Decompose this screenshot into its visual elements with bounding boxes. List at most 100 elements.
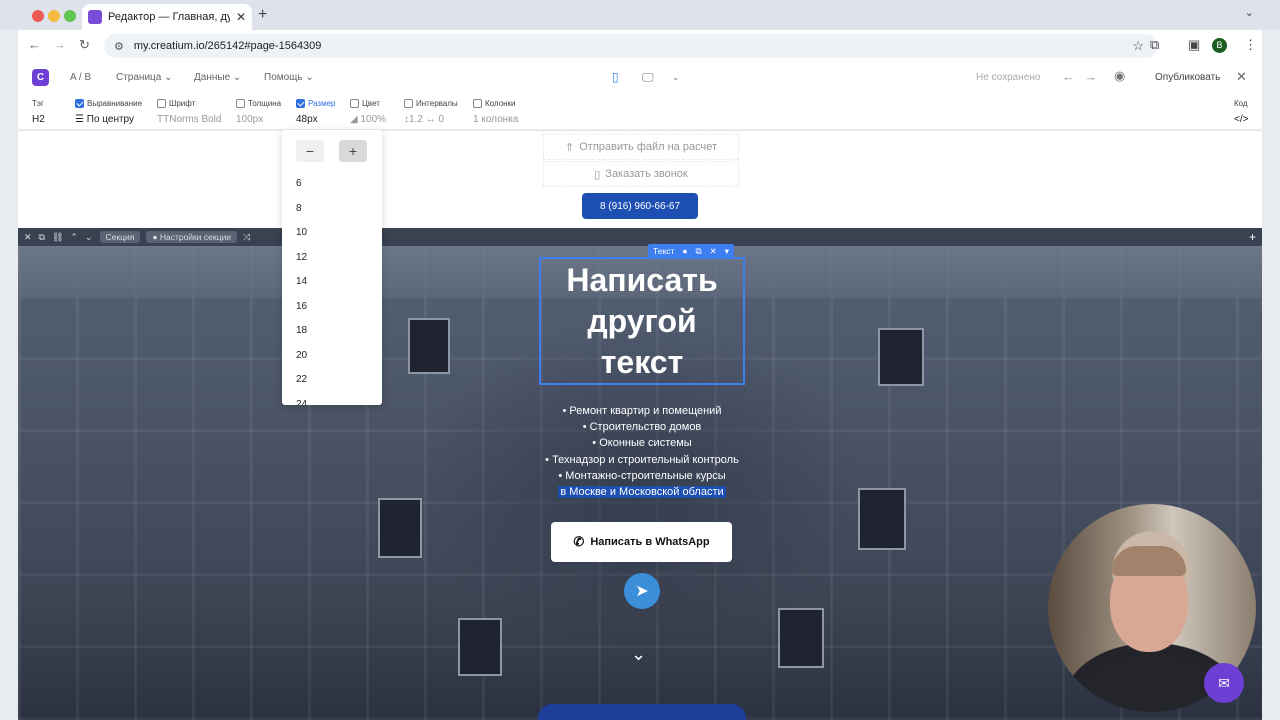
shuffle-icon[interactable]: ⤨ <box>243 232 250 243</box>
heading-text[interactable]: Написать другой текст <box>557 260 727 383</box>
move-up-icon[interactable]: ⌃ <box>70 232 78 243</box>
window-minimize-dot[interactable] <box>48 10 60 22</box>
telegram-icon[interactable]: ➤ <box>624 573 660 609</box>
window-zoom-dot[interactable] <box>64 10 76 22</box>
intervals-group[interactable]: Интервалы ↕1.2 ↔ 0 <box>404 97 458 125</box>
ab-test-menu[interactable]: A / B <box>70 72 91 83</box>
delete-icon[interactable]: ✕ <box>710 246 717 257</box>
sidebar-icon[interactable]: ▣ <box>1188 37 1200 53</box>
align-checkbox[interactable] <box>75 98 84 108</box>
line-height-value[interactable]: 1.2 <box>409 114 423 125</box>
align-value[interactable]: По центру <box>87 114 134 125</box>
services-list[interactable]: • Ремонт квартир и помещений • Строитель… <box>498 403 786 500</box>
window-close-dot[interactable] <box>32 10 44 22</box>
size-option[interactable]: 10 <box>296 227 307 252</box>
size-option[interactable]: 22 <box>296 374 307 399</box>
undo-icon[interactable]: ← <box>1062 69 1075 84</box>
size-group[interactable]: Размер 48px <box>296 97 336 125</box>
redo-icon[interactable]: → <box>1084 69 1097 84</box>
align-group[interactable]: Выравнивание ☰ По центру <box>75 97 142 125</box>
browser-menu-icon[interactable]: ⋮ <box>1244 37 1257 53</box>
copy-icon[interactable]: ⧉ <box>696 246 702 257</box>
section-settings-button[interactable]: ● Настройки секции <box>146 231 237 243</box>
tab-search-icon[interactable]: ⌄ <box>1245 6 1254 19</box>
weight-group[interactable]: Толщина 100px <box>236 97 281 125</box>
header-section: ⇑ Отправить файл на расчет ▯ Заказать звон… <box>18 131 1262 228</box>
code-icon[interactable]: </> <box>1234 114 1248 125</box>
tag-value[interactable]: H2 <box>32 114 45 125</box>
size-option[interactable]: 24 <box>296 399 307 406</box>
color-group[interactable]: Цвет ◢ 100% <box>350 97 386 125</box>
back-icon[interactable]: ← <box>28 37 41 52</box>
send-file-link[interactable]: ⇑ Отправить файл на расчет <box>543 134 739 160</box>
chat-widget-icon[interactable]: ✉ <box>1204 663 1244 703</box>
list-item: • Ремонт квартир и помещений <box>562 405 722 417</box>
creatium-logo-icon[interactable]: C <box>32 69 49 86</box>
font-size-dropdown[interactable]: − + 6 8 10 12 14 16 18 20 22 24 <box>282 130 382 405</box>
columns-checkbox[interactable] <box>473 98 482 108</box>
delete-section-icon[interactable]: ✕ <box>24 232 32 243</box>
close-editor-icon[interactable]: ✕ <box>1236 69 1247 85</box>
whatsapp-button[interactable]: ✆ Написать в WhatsApp <box>551 522 732 562</box>
mobile-view-icon[interactable]: ▯ <box>612 70 619 84</box>
order-call-link[interactable]: ▯ Заказать звонок <box>543 161 739 187</box>
menu-page[interactable]: Страница ⌄ <box>116 72 173 83</box>
bookmark-star-icon[interactable]: ☆ <box>1132 38 1144 54</box>
weight-checkbox[interactable] <box>236 98 245 108</box>
size-option[interactable]: 16 <box>296 301 307 326</box>
increase-size-button[interactable]: + <box>339 140 367 162</box>
copy-section-icon[interactable]: ⧉ <box>39 232 45 243</box>
profile-avatar[interactable]: B <box>1212 38 1227 53</box>
forward-icon[interactable]: → <box>53 37 66 52</box>
color-checkbox[interactable] <box>350 98 359 108</box>
intervals-checkbox[interactable] <box>404 98 413 108</box>
color-value[interactable]: 100% <box>360 114 386 125</box>
browser-tab[interactable]: Редактор — Главная, дубли ✕ <box>82 4 252 30</box>
size-option[interactable]: 14 <box>296 276 307 301</box>
publish-button[interactable]: Опубликовать <box>1155 72 1220 83</box>
upload-icon: ⇑ <box>565 141 575 154</box>
scroll-down-chevron-icon[interactable]: ⌄ <box>631 644 646 665</box>
weight-value[interactable]: 100px <box>236 114 281 125</box>
text-block-label[interactable]: Текст <box>653 246 674 256</box>
selected-heading[interactable]: Написать другой текст <box>539 257 745 385</box>
tab-close-icon[interactable]: ✕ <box>236 10 246 24</box>
phone-button[interactable]: 8 (916) 960-66-67 <box>582 193 698 219</box>
url-field[interactable]: ⚙ my.creatium.io/265142#page-1564309 ☆ <box>104 34 1158 58</box>
font-checkbox[interactable] <box>157 98 166 108</box>
menu-help[interactable]: Помощь ⌄ <box>264 72 314 83</box>
desktop-view-icon[interactable]: 🖵 <box>642 70 654 85</box>
reload-icon[interactable]: ↻ <box>79 37 90 53</box>
link-section-icon[interactable]: ⛓ <box>52 232 63 243</box>
section-button[interactable]: Секция <box>99 231 141 243</box>
columns-group[interactable]: Колонки 1 колонка <box>473 97 518 125</box>
letter-spacing-value[interactable]: 0 <box>438 114 444 125</box>
add-section-icon[interactable]: + <box>1249 230 1256 244</box>
size-checkbox[interactable] <box>296 98 305 108</box>
size-option[interactable]: 8 <box>296 203 307 228</box>
font-value[interactable]: TTNorms Bold <box>157 114 221 125</box>
menu-data[interactable]: Данные ⌄ <box>194 72 241 83</box>
size-option[interactable]: 20 <box>296 350 307 375</box>
decrease-size-button[interactable]: − <box>296 140 324 162</box>
extensions-icon[interactable]: ⧉ <box>1150 37 1159 53</box>
font-group[interactable]: Шрифт TTNorms Bold <box>157 97 221 125</box>
size-option[interactable]: 12 <box>296 252 307 277</box>
chevron-down-icon[interactable]: ▾ <box>725 246 729 257</box>
code-label: Код <box>1234 98 1248 108</box>
preview-eye-icon[interactable]: ◉ <box>1114 68 1125 84</box>
text-block-toolbar: Текст ● ⧉ ✕ ▾ <box>648 244 735 258</box>
bottom-button[interactable] <box>538 704 746 720</box>
new-tab-button[interactable]: + <box>258 6 267 24</box>
move-down-icon[interactable]: ⌄ <box>85 232 93 243</box>
device-dropdown-icon[interactable]: ⌄ <box>672 72 680 83</box>
columns-value[interactable]: 1 колонка <box>473 114 518 125</box>
intervals-label: Интервалы <box>416 98 458 108</box>
code-group[interactable]: Код </> <box>1234 97 1248 126</box>
size-option[interactable]: 6 <box>296 178 307 203</box>
tag-group[interactable]: Тэг H2 <box>32 97 45 126</box>
size-value[interactable]: 48px <box>296 114 336 125</box>
site-info-icon[interactable]: ⚙ <box>114 40 124 53</box>
drop-icon[interactable]: ● <box>682 246 687 256</box>
size-option[interactable]: 18 <box>296 325 307 350</box>
